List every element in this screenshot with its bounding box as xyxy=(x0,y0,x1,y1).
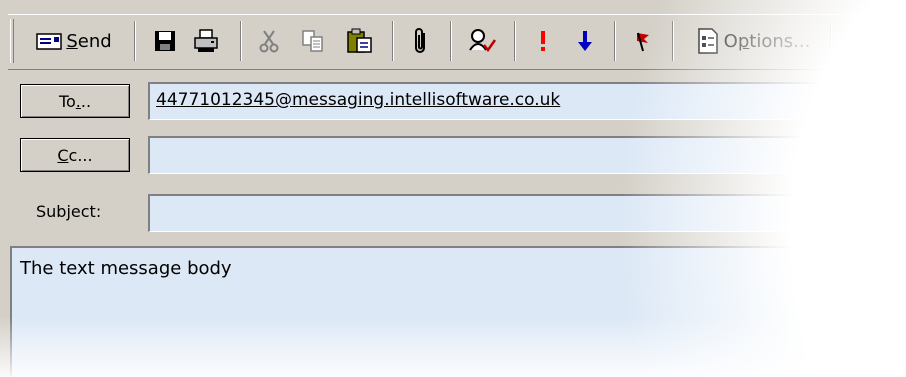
toolbar-separator xyxy=(672,21,674,61)
send-button[interactable]: Send xyxy=(22,20,126,62)
to-field[interactable]: 44771012345@messaging.intellisoftware.co… xyxy=(148,82,906,120)
toolbar-separator xyxy=(450,21,452,61)
options-label: tions... xyxy=(749,30,811,52)
send-icon xyxy=(36,31,63,51)
to-label-start: To xyxy=(58,91,76,111)
options-label-start: O xyxy=(723,30,738,52)
subject-field[interactable] xyxy=(148,194,906,232)
copy-icon xyxy=(301,29,325,53)
toolbar-separator xyxy=(830,21,832,61)
importance-low-button[interactable] xyxy=(570,20,600,62)
subject-label: Subject: xyxy=(36,202,101,221)
toolbar-separator xyxy=(392,21,394,61)
flag-button[interactable] xyxy=(628,20,658,62)
attach-button[interactable] xyxy=(406,20,436,62)
options-button[interactable]: Options... xyxy=(684,20,822,62)
to-recipient[interactable]: 44771012345@messaging.intellisoftware.co… xyxy=(156,90,560,110)
svg-text:?: ? xyxy=(853,33,861,51)
message-body-text: The text message body xyxy=(20,258,232,279)
to-button[interactable]: To... xyxy=(20,84,130,118)
help-icon: ? xyxy=(846,29,868,53)
subject-label-start: Sub xyxy=(36,202,67,221)
importance-high-button[interactable] xyxy=(528,20,558,62)
toolbar-grip[interactable] xyxy=(10,19,14,63)
help-button[interactable]: ? xyxy=(842,20,872,62)
toolbar: Send Options... ? xyxy=(8,14,906,70)
paste-icon xyxy=(346,28,374,54)
toolbar-separator xyxy=(614,21,616,61)
toolbar-separator xyxy=(514,21,516,61)
send-label: end xyxy=(77,30,112,52)
toolbar-separator xyxy=(240,21,242,61)
paste-button[interactable] xyxy=(342,20,378,62)
to-label: .. xyxy=(80,91,92,111)
print-icon xyxy=(192,29,220,53)
print-button[interactable] xyxy=(188,20,224,62)
check-names-icon xyxy=(467,28,497,54)
importance-high-icon xyxy=(538,29,548,53)
cut-button[interactable] xyxy=(254,20,284,62)
cc-mnemonic: C xyxy=(57,145,69,165)
compose-window: Send Options... ? To . .. 44771012345@me… xyxy=(0,0,906,377)
flag-icon xyxy=(635,29,651,53)
save-icon xyxy=(153,29,177,53)
options-mnemonic: p xyxy=(737,30,750,52)
options-icon xyxy=(696,28,720,54)
cc-label: c... xyxy=(68,145,93,165)
importance-low-icon xyxy=(577,29,593,53)
check-names-button[interactable] xyxy=(464,20,500,62)
message-body[interactable]: The text message body xyxy=(10,246,906,377)
cut-icon xyxy=(259,29,279,53)
toolbar-separator xyxy=(134,21,136,61)
send-mnemonic: S xyxy=(66,30,78,52)
attach-icon xyxy=(412,27,430,55)
cc-field[interactable] xyxy=(148,136,906,174)
copy-button[interactable] xyxy=(298,20,328,62)
subject-label-end: ect: xyxy=(70,202,102,221)
save-button[interactable] xyxy=(148,20,182,62)
cc-button[interactable]: Cc... xyxy=(20,138,130,172)
